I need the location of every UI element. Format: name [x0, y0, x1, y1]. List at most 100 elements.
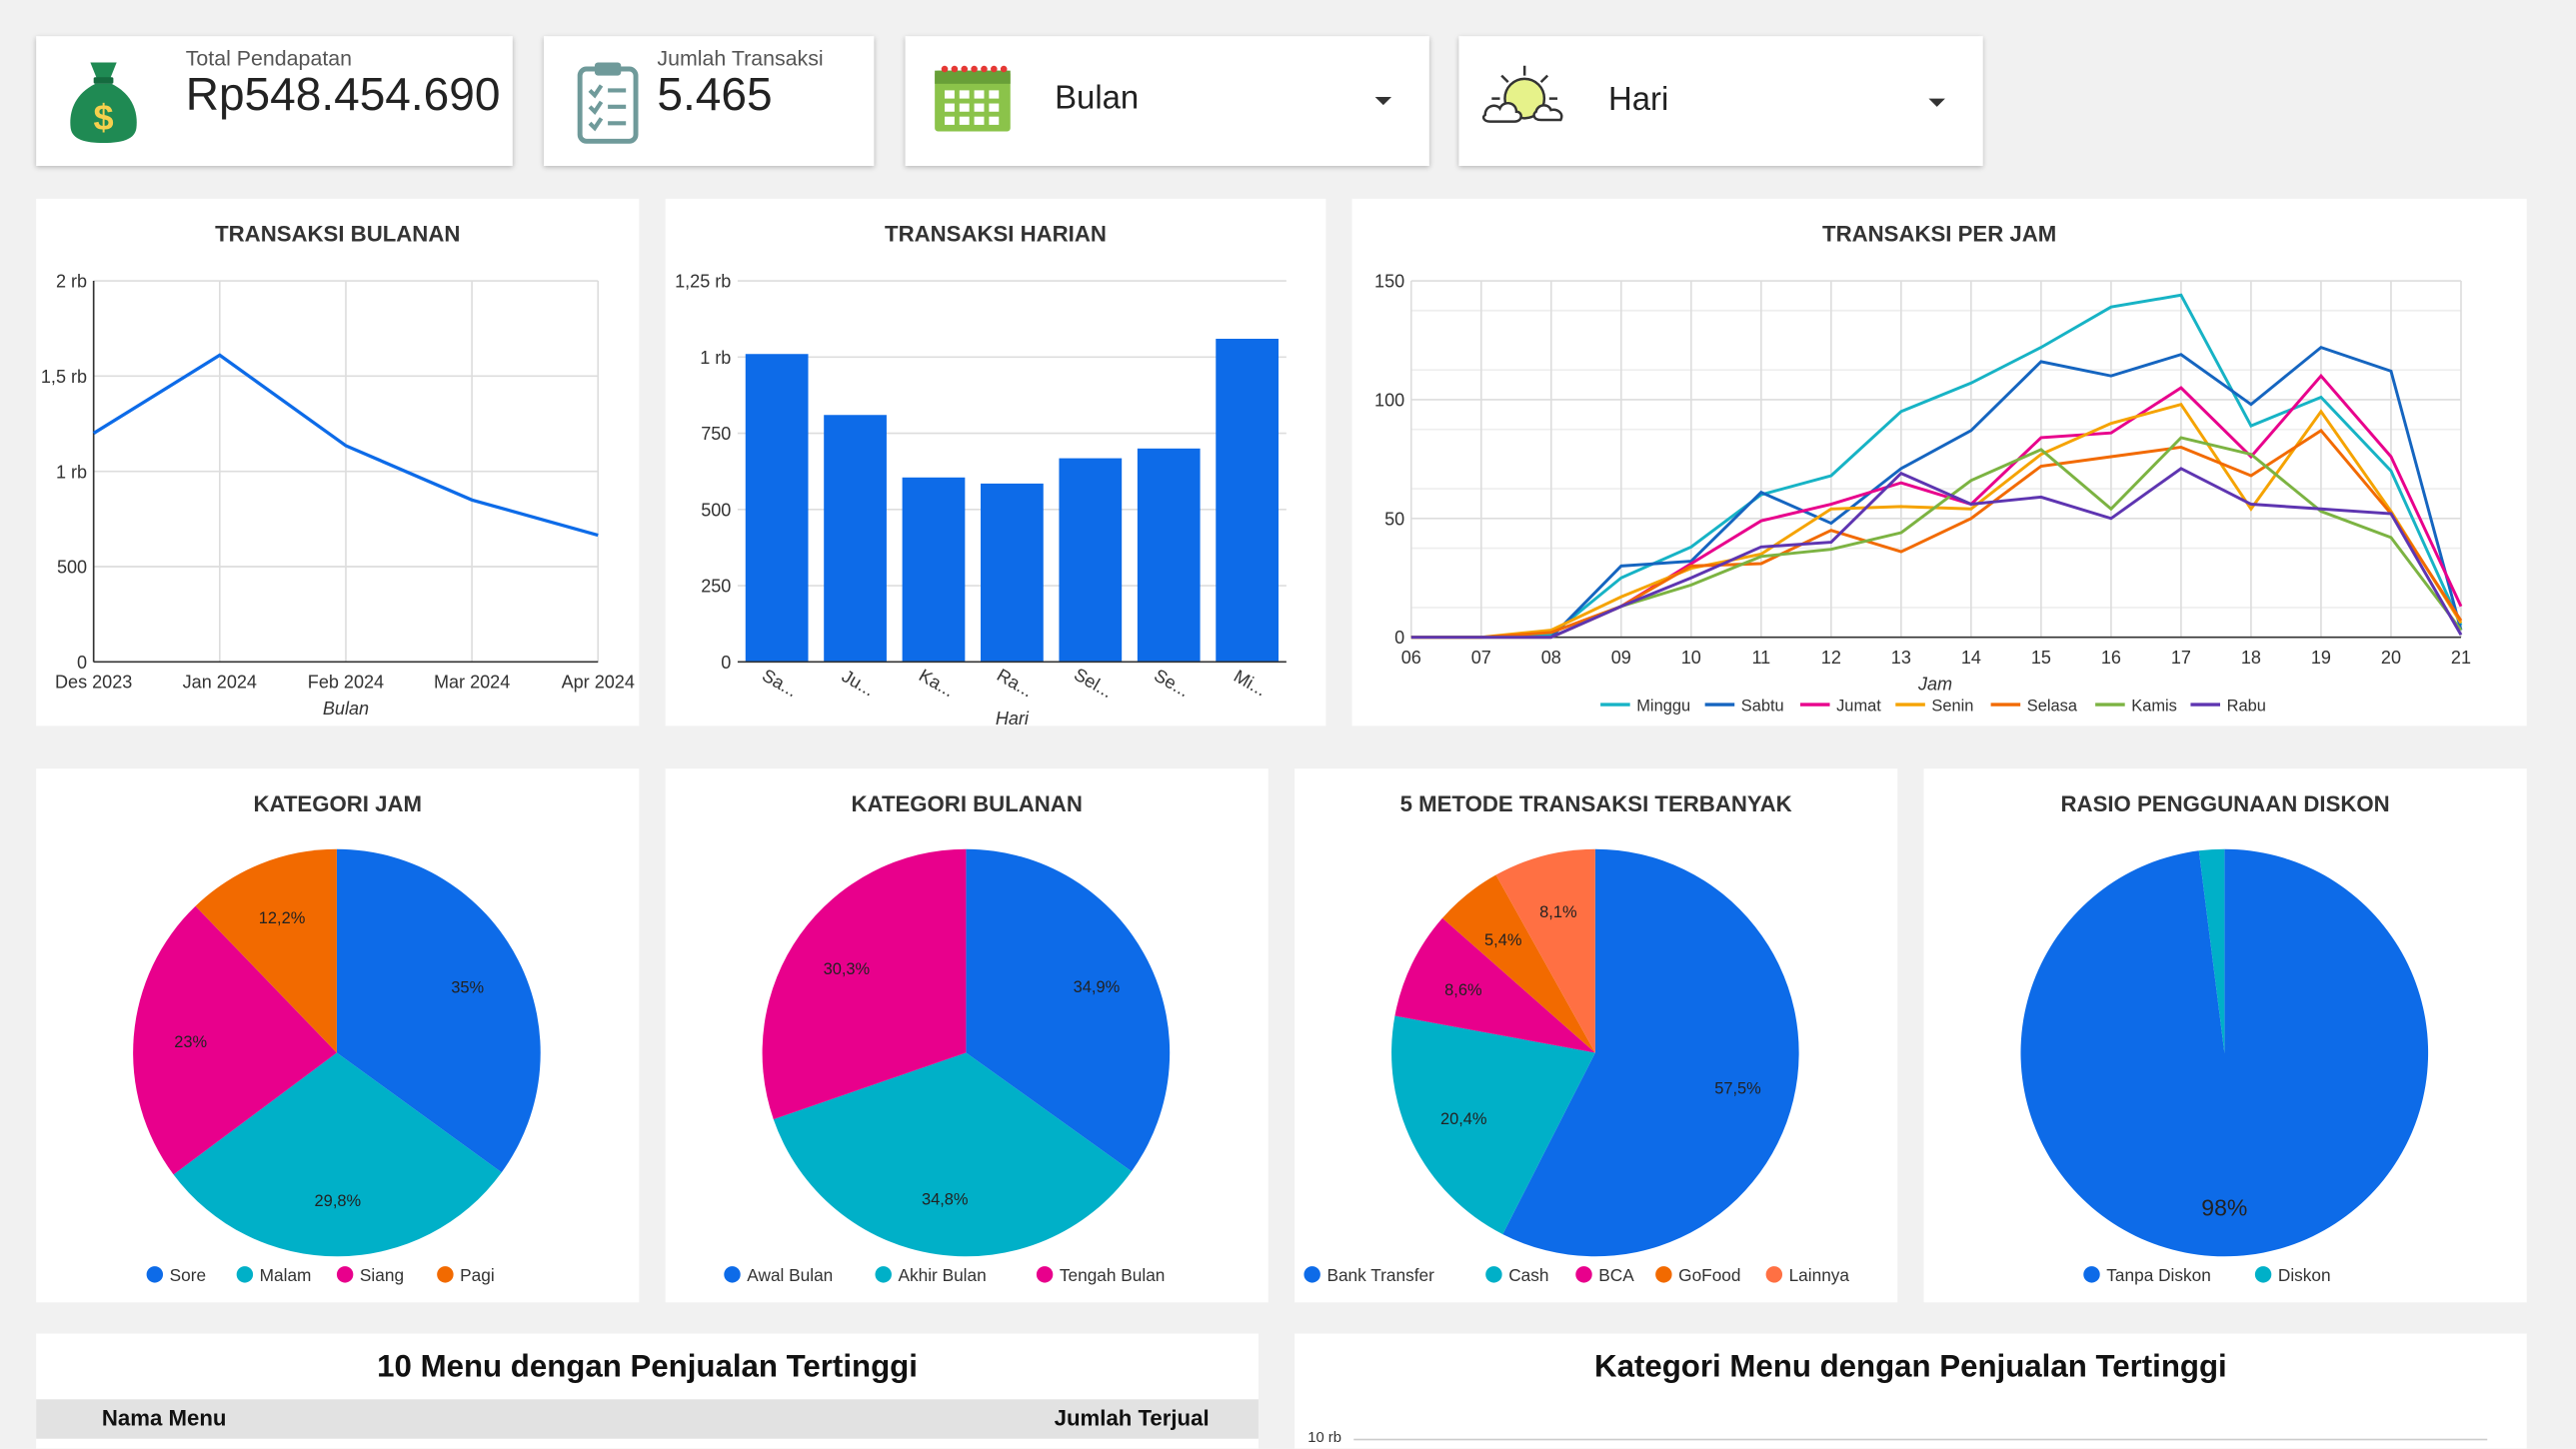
y-tick-label: 500: [57, 558, 87, 578]
x-tick-label: Mi...: [1231, 666, 1271, 700]
x-tick-label: 06: [1401, 648, 1421, 668]
daily-transactions-card: TRANSAKSI HARIAN 0 250 500 750 1 rb 1,25 rb Sa…: [665, 198, 1326, 726]
y-tick-label: 0: [77, 653, 87, 673]
month-filter-dropdown[interactable]: Bulan: [905, 36, 1429, 166]
x-tick-label: 07: [1471, 648, 1491, 668]
column-header-quantity-sold[interactable]: Jumlah Terjual: [1055, 1406, 1210, 1431]
legend-item: Pagi: [460, 1265, 495, 1285]
legend-swatch: [1655, 1266, 1672, 1283]
x-tick-label: 15: [2031, 648, 2051, 668]
day-filter-dropdown[interactable]: Hari: [1458, 36, 1983, 166]
transactions-label: Jumlah Transaksi: [657, 46, 824, 71]
x-tick-label: 16: [2101, 648, 2121, 668]
discount-ratio-pie: 98% Tanpa Diskon Diskon: [2020, 848, 2429, 1285]
series-line-senin: [1410, 402, 2463, 640]
legend-swatch: [146, 1266, 164, 1283]
payment-methods-card: 5 METODE TRANSAKSI TERBANYAK 57,5% 20,4% 8…: [1294, 768, 1898, 1303]
x-tick-label: Des 2023: [55, 673, 132, 693]
daily-transactions-chart: 0 250 500 750 1 rb 1,25 rb Sa... Ju... Ka... Ra..…: [675, 272, 1287, 726]
x-tick-label: 12: [1821, 648, 1841, 668]
legend-item: BCA: [1598, 1265, 1634, 1285]
y-tick-label: 1 rb: [700, 348, 731, 368]
x-axis-label: Bulan: [323, 699, 369, 719]
x-tick-label: Ka...: [916, 665, 958, 701]
bar: [824, 415, 887, 663]
payment-methods-pie: 57,5% 20,4% 8,6% 5,4% 8,1% Bank Transfer Cash B…: [1303, 848, 1849, 1285]
series-line-selasa: [1410, 428, 2463, 640]
hour-category-card: KATEGORI JAM 35% 29,8% 23% 12,2% Sore Malam Si…: [36, 768, 640, 1303]
pie-data-label: 30,3%: [824, 960, 871, 978]
bar: [1059, 458, 1123, 663]
pie-data-label: 35%: [451, 978, 484, 996]
hourly-transactions-card: TRANSAKSI PER JAM 0 50 100 150 06 07 08 09 10 11 1…: [1351, 198, 2527, 726]
x-tick-label: Ra...: [994, 665, 1037, 701]
legend-item: Tanpa Diskon: [2106, 1265, 2211, 1285]
legend-swatch: [336, 1266, 354, 1283]
pie-data-label: 98%: [2201, 1195, 2247, 1221]
x-tick-label: 11: [1751, 648, 1770, 668]
pie-data-label: 12,2%: [259, 909, 306, 927]
pie-data-label: 29,8%: [315, 1192, 362, 1210]
chevron-down-icon: [1374, 96, 1392, 106]
bar: [981, 483, 1044, 663]
x-axis-label: Jam: [1917, 674, 1952, 694]
legend-item: Tengah Bulan: [1060, 1265, 1166, 1285]
x-tick-label: Se...: [1151, 665, 1193, 701]
legend-swatch: [1765, 1266, 1783, 1283]
top-menu-table-card: 10 Menu dengan Penjualan Tertinggi Nama …: [36, 1333, 1259, 1449]
series-line-minggu: [1410, 293, 2463, 640]
svg-text:$: $: [93, 97, 113, 138]
x-tick-label: 13: [1891, 648, 1911, 668]
column-header-menu-name[interactable]: Nama Menu: [102, 1406, 227, 1431]
x-tick-label: 21: [2451, 648, 2471, 668]
legend-item: Bank Transfer: [1326, 1265, 1434, 1285]
y-tick-label: 50: [1384, 509, 1404, 529]
legend-swatch: [2083, 1266, 2100, 1283]
revenue-label: Total Pendapatan: [185, 46, 353, 71]
hourly-transactions-chart: 0 50 100 150 06 07 08 09 10 11 12 13 14 15 16 17 18 19 20 2…: [1374, 272, 2471, 716]
legend-item: Sore: [170, 1265, 206, 1285]
clipboard-list-icon: [577, 62, 639, 144]
y-tick-label: 2 rb: [56, 272, 87, 292]
legend-item: Jumat: [1836, 698, 1881, 716]
x-tick-label: 20: [2381, 648, 2401, 668]
pie-data-label: 8,6%: [1444, 981, 1482, 999]
x-tick-label: Mar 2024: [434, 673, 510, 693]
legend-item: Selasa: [2027, 698, 2078, 716]
legend-item: Diskon: [2278, 1265, 2331, 1285]
legend-item: Sabtu: [1741, 698, 1784, 716]
x-tick-label: 19: [2311, 648, 2331, 668]
x-tick-label: Apr 2024: [562, 673, 635, 693]
legend-item: Kamis: [2131, 698, 2177, 716]
legend-swatch: [875, 1266, 892, 1283]
x-tick-label: Jan 2024: [183, 673, 257, 693]
monthly-transactions-card: TRANSAKSI BULANAN 0 500 1 rb 1,5 rb 2 rb Des …: [36, 198, 640, 726]
legend-swatch: [1036, 1266, 1054, 1283]
discount-ratio-card: RASIO PENGGUNAAN DISKON 98% Tanpa Diskon D…: [1923, 768, 2527, 1303]
legend-swatch: [1575, 1266, 1592, 1283]
revenue-value: Rp548.454.690: [185, 69, 501, 120]
legend-item: Senin: [1931, 698, 1973, 716]
legend-item: Siang: [360, 1265, 404, 1285]
monthly-transactions-chart: 0 500 1 rb 1,5 rb 2 rb Des 2023 Jan 2024 Feb 20…: [41, 272, 635, 719]
month-category-card: KATEGORI BULANAN 34,9% 34,8% 30,3% Awal Bul…: [665, 768, 1269, 1303]
x-tick-label: Sel...: [1071, 664, 1117, 702]
x-tick-label: 14: [1961, 648, 1981, 668]
x-tick-label: 18: [2241, 648, 2261, 668]
transactions-value: 5.465: [657, 69, 773, 120]
pie-data-label: 5,4%: [1484, 931, 1522, 949]
y-tick-label: 750: [701, 424, 731, 444]
x-axis-label: Hari: [996, 709, 1030, 726]
y-tick-label: 0: [721, 653, 731, 673]
legend-swatch: [236, 1266, 254, 1283]
menu-category-card: Kategori Menu dengan Penjualan Tertinggi…: [1294, 1333, 2527, 1449]
x-tick-label: Ju...: [839, 666, 879, 700]
menu-category-title: Kategori Menu dengan Penjualan Tertinggi: [1594, 1349, 2227, 1385]
legend-item: Malam: [260, 1265, 312, 1285]
money-bag-icon: $: [70, 62, 137, 143]
legend-swatch: [1485, 1266, 1502, 1283]
top-menu-table-title: 10 Menu dengan Penjualan Tertinggi: [377, 1349, 918, 1385]
hour-category-pie: 35% 29,8% 23% 12,2% Sore Malam Siang Pagi: [133, 848, 541, 1285]
y-tick-label: 0: [1394, 628, 1404, 648]
x-tick-label: 17: [2171, 648, 2191, 668]
